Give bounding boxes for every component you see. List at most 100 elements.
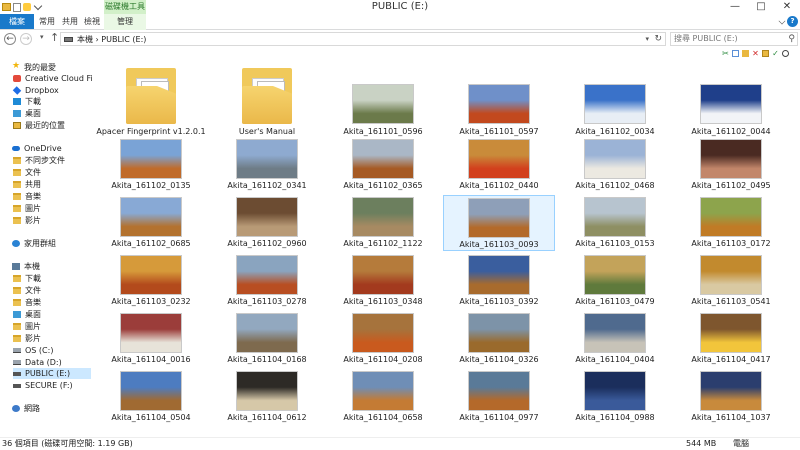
copy-icon[interactable] xyxy=(732,49,739,57)
image-thumbnail xyxy=(700,255,762,295)
nav-homegroup[interactable]: 家用群組 xyxy=(12,238,56,249)
image-item[interactable]: Akita_161102_0044 xyxy=(675,60,787,137)
nav-item-drive-f[interactable]: SECURE (F:) xyxy=(13,380,73,391)
image-item[interactable]: Akita_161102_0495 xyxy=(675,137,787,193)
nav-item-drive-c[interactable]: OS (C:) xyxy=(13,345,53,356)
nav-this-pc[interactable]: 本機 xyxy=(12,261,40,272)
image-item[interactable]: Akita_161102_0135 xyxy=(95,137,207,193)
nav-item-recent[interactable]: 最近的位置 xyxy=(13,120,65,131)
new-document-icon[interactable] xyxy=(13,2,21,12)
nav-item-pc-music[interactable]: 音樂 xyxy=(13,297,41,308)
tab-view[interactable]: 檢視 xyxy=(78,14,106,30)
properties-icon[interactable] xyxy=(2,3,11,11)
search-icon[interactable]: ⚲ xyxy=(788,33,795,45)
nav-item-onedrive-videos[interactable]: 影片 xyxy=(13,215,41,226)
image-item[interactable]: Akita_161102_0034 xyxy=(559,60,671,137)
image-thumbnail xyxy=(236,313,298,353)
file-name: Akita_161101_0597 xyxy=(459,127,539,136)
image-item[interactable]: Akita_161104_0016 xyxy=(95,311,207,367)
tab-file[interactable]: 檔案 xyxy=(0,14,34,29)
refresh-icon[interactable]: ↻ xyxy=(654,33,662,45)
minimize-icon[interactable]: — xyxy=(722,0,748,14)
help-icon[interactable]: ? xyxy=(787,16,798,27)
nav-item-downloads[interactable]: 下載 xyxy=(13,96,41,107)
nav-item-onedrive-pictures[interactable]: 圖片 xyxy=(13,203,41,214)
image-item[interactable]: Akita_161103_0093 xyxy=(443,195,555,251)
image-item[interactable]: Akita_161101_0597 xyxy=(443,60,555,137)
image-item[interactable]: Akita_161104_0168 xyxy=(211,311,323,367)
tab-manage[interactable]: 管理 xyxy=(104,14,146,30)
folder-icon xyxy=(13,181,21,188)
nav-network[interactable]: 網路 xyxy=(12,403,40,414)
folder-item[interactable]: Apacer Fingerprint v1.2.0.1 xyxy=(95,60,207,137)
nav-favorites[interactable]: ★ 我的最愛 xyxy=(12,61,56,73)
options-icon[interactable] xyxy=(782,49,789,57)
image-item[interactable]: Akita_161102_0685 xyxy=(95,195,207,251)
close-icon[interactable]: ✕ xyxy=(774,0,800,14)
back-button[interactable]: ← xyxy=(4,33,16,45)
nav-item-pc-videos[interactable]: 影片 xyxy=(13,333,41,344)
search-input[interactable]: 搜尋 PUBLIC (E:) ⚲ xyxy=(670,32,798,46)
file-name: Akita_161102_0034 xyxy=(575,127,655,136)
delete-icon[interactable]: ✕ xyxy=(752,49,759,57)
nav-item-pc-downloads[interactable]: 下載 xyxy=(13,273,41,284)
address-bar[interactable]: 本機 › PUBLIC (E:) ▾ ↻ xyxy=(60,32,666,46)
nav-item-onedrive-music[interactable]: 音樂 xyxy=(13,191,41,202)
nav-item-pc-documents[interactable]: 文件 xyxy=(13,285,41,296)
folder-item[interactable]: User's Manual xyxy=(211,60,323,137)
nav-item-unsynced-docs[interactable]: 不同步文件 xyxy=(13,155,65,166)
paste-icon[interactable] xyxy=(742,49,749,57)
file-name: Akita_161104_0326 xyxy=(459,355,539,364)
image-item[interactable]: Akita_161104_0504 xyxy=(95,369,207,425)
image-item[interactable]: Akita_161103_0153 xyxy=(559,195,671,251)
maximize-icon[interactable]: □ xyxy=(748,0,774,14)
image-item[interactable]: Akita_161104_0208 xyxy=(327,311,439,367)
image-item[interactable]: Akita_161104_0417 xyxy=(675,311,787,367)
image-item[interactable]: Akita_161103_0479 xyxy=(559,253,671,309)
chevron-down-icon[interactable]: ▾ xyxy=(645,33,649,45)
image-item[interactable]: Akita_161104_0326 xyxy=(443,311,555,367)
chevron-down-icon[interactable] xyxy=(778,17,786,25)
nav-item-desktop[interactable]: 桌面 xyxy=(13,108,41,119)
recent-locations-icon[interactable]: ▾ xyxy=(40,33,44,41)
image-item[interactable]: Akita_161102_0468 xyxy=(559,137,671,193)
image-item[interactable]: Akita_161102_0365 xyxy=(327,137,439,193)
file-name: Akita_161104_0612 xyxy=(227,413,307,422)
nav-item-onedrive-shared[interactable]: 共用 xyxy=(13,179,41,190)
image-item[interactable]: Akita_161102_1122 xyxy=(327,195,439,251)
image-item[interactable]: Akita_161102_0341 xyxy=(211,137,323,193)
image-item[interactable]: Akita_161103_0348 xyxy=(327,253,439,309)
computer-icon xyxy=(64,37,73,42)
image-item[interactable]: Akita_161103_0232 xyxy=(95,253,207,309)
image-item[interactable]: Akita_161104_0988 xyxy=(559,369,671,425)
rename-icon[interactable] xyxy=(762,49,769,57)
up-button[interactable]: ↑ xyxy=(50,31,59,44)
check-icon[interactable]: ✓ xyxy=(772,49,779,57)
image-item[interactable]: Akita_161104_1037 xyxy=(675,369,787,425)
forward-button[interactable]: → xyxy=(20,33,32,45)
nav-item-drive-d[interactable]: Data (D:) xyxy=(13,357,62,368)
nav-item-creative-cloud[interactable]: Creative Cloud File xyxy=(13,73,100,84)
image-item[interactable]: Akita_161104_0658 xyxy=(327,369,439,425)
new-folder-icon[interactable] xyxy=(23,3,31,11)
nav-onedrive[interactable]: OneDrive xyxy=(12,143,62,154)
nav-item-dropbox[interactable]: Dropbox xyxy=(12,85,59,96)
image-item[interactable]: Akita_161104_0977 xyxy=(443,369,555,425)
image-item[interactable]: Akita_161103_0392 xyxy=(443,253,555,309)
image-item[interactable]: Akita_161103_0172 xyxy=(675,195,787,251)
image-item[interactable]: Akita_161103_0278 xyxy=(211,253,323,309)
cut-icon[interactable]: ✂ xyxy=(722,49,729,57)
nav-item-pc-desktop[interactable]: 桌面 xyxy=(13,309,41,320)
image-item[interactable]: Akita_161104_0612 xyxy=(211,369,323,425)
chevron-down-icon[interactable] xyxy=(33,1,43,10)
nav-item-pc-pictures[interactable]: 圖片 xyxy=(13,321,41,332)
image-item[interactable]: Akita_161104_0404 xyxy=(559,311,671,367)
image-item[interactable]: Akita_161101_0596 xyxy=(327,60,439,137)
image-item[interactable]: Akita_161103_0541 xyxy=(675,253,787,309)
image-item[interactable]: Akita_161102_0960 xyxy=(211,195,323,251)
breadcrumb[interactable]: 本機 › PUBLIC (E:) xyxy=(77,34,146,45)
image-item[interactable]: Akita_161102_0440 xyxy=(443,137,555,193)
image-thumbnail xyxy=(120,313,182,353)
nav-item-drive-e[interactable]: PUBLIC (E:) xyxy=(13,368,91,379)
nav-item-onedrive-docs[interactable]: 文件 xyxy=(13,167,41,178)
